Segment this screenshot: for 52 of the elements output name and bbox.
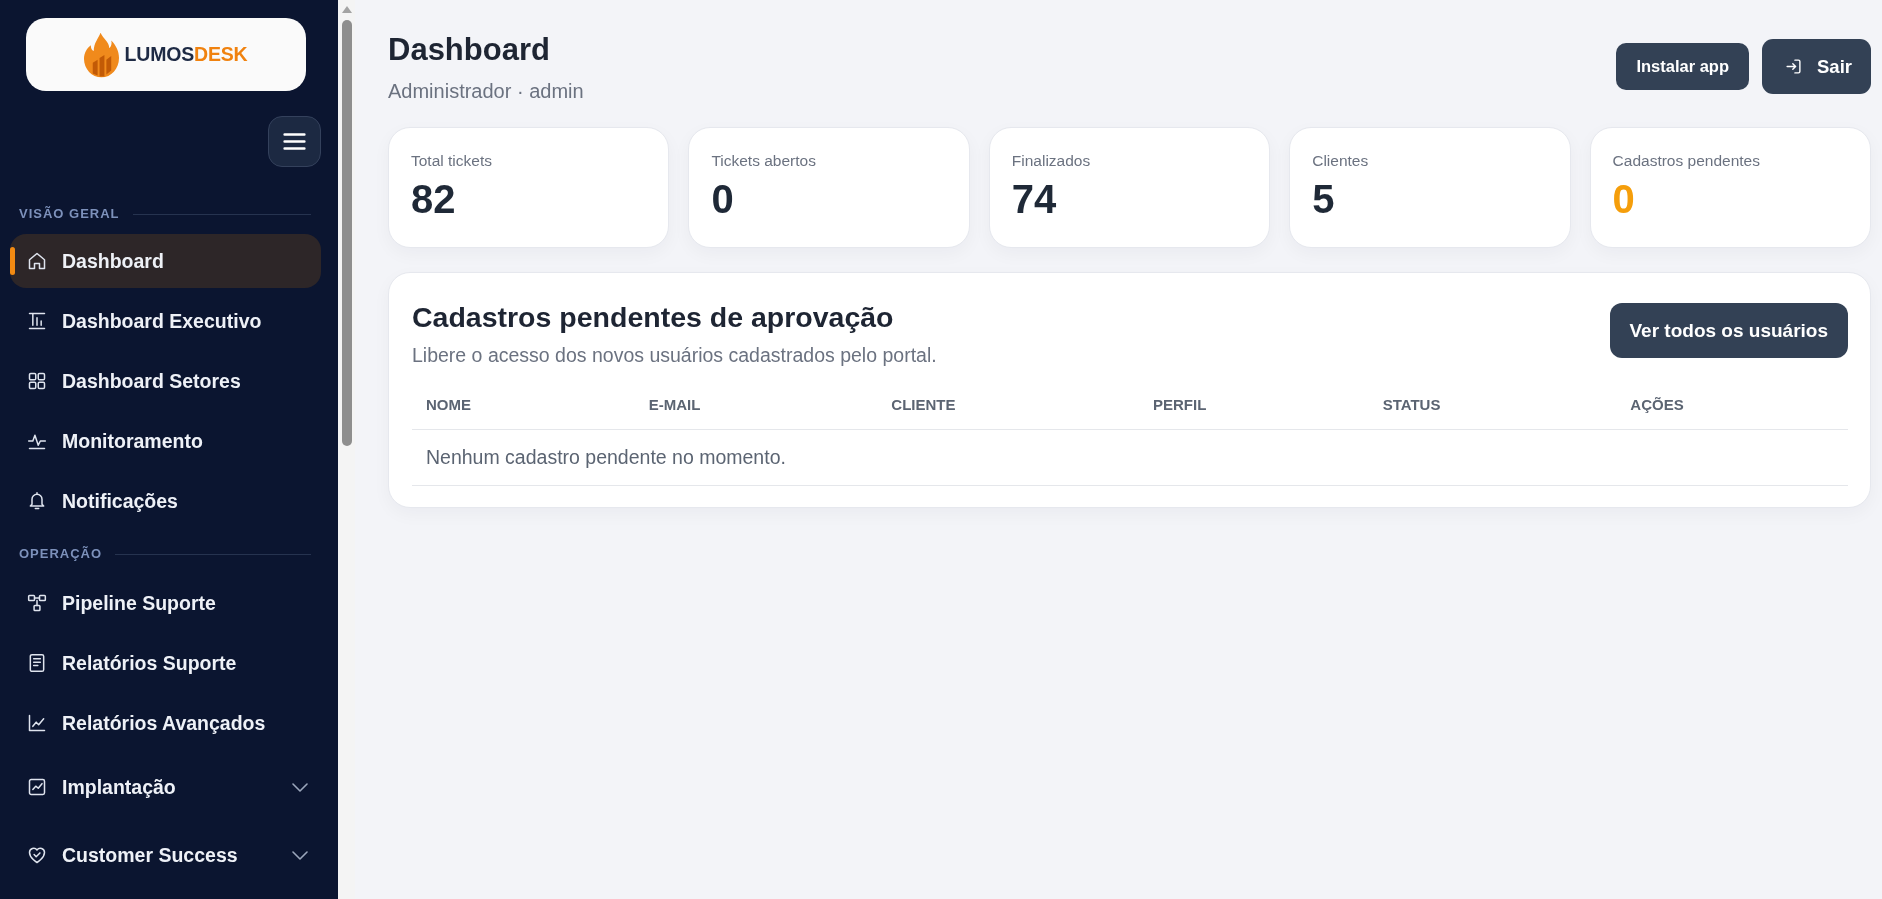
heart-check-icon — [27, 845, 47, 865]
panel-subtitle: Libere o acesso dos novos usuários cadastrados pelo portal. — [412, 343, 937, 367]
nav-item[interactable]: Dashboard Executivo — [10, 294, 321, 348]
view-users-button[interactable]: Ver todos os usuários — [1609, 303, 1848, 358]
scrollbar-thumb[interactable] — [341, 20, 352, 446]
column-header: CLIENTE — [891, 396, 956, 413]
column-header: E-MAIL — [648, 396, 701, 413]
flame-logo-icon — [83, 31, 119, 78]
document-icon — [27, 653, 47, 673]
menu-icon — [283, 133, 306, 150]
section-title: OPERAÇÃO — [19, 546, 103, 562]
stat-value: 0 — [711, 177, 734, 221]
column-header: STATUS — [1382, 396, 1441, 413]
nav-item[interactable]: Customer Success — [10, 824, 321, 886]
logout-button[interactable]: Sair — [1762, 39, 1871, 94]
bar-chart-icon — [27, 311, 47, 331]
stat-value: 0 — [1612, 177, 1635, 221]
install-app-button[interactable]: Instalar app — [1616, 43, 1750, 90]
grid-icon — [27, 371, 47, 391]
panel-title: Cadastros pendentes de aprovação — [412, 300, 894, 334]
page-title: Dashboard — [388, 31, 551, 69]
nav-item[interactable]: Dashboard Setores — [10, 354, 321, 408]
menu-button[interactable] — [268, 116, 321, 167]
nav-item[interactable]: Dashboard — [10, 234, 321, 288]
stat-value: 5 — [1312, 177, 1335, 221]
nav-item[interactable]: Notificações — [10, 474, 321, 528]
stat-value: 74 — [1011, 177, 1057, 221]
stat-label: Finalizados — [1011, 151, 1091, 171]
nav-item[interactable]: Relatórios Suporte — [10, 636, 321, 690]
column-header: NOME — [426, 396, 471, 413]
chart-square-icon — [27, 777, 47, 797]
column-header: PERFIL — [1153, 396, 1207, 413]
stat-label: Clientes — [1312, 151, 1369, 171]
nav-item[interactable]: Monitoramento — [10, 414, 321, 468]
stat-label: Cadastros pendentes — [1612, 151, 1760, 171]
section-title: VISÃO GERAL — [19, 206, 120, 222]
logo-text: LUMOSDESK — [124, 43, 248, 66]
nav-item[interactable]: Relatórios Avançados — [10, 696, 321, 750]
nav-item[interactable]: Pipeline Suporte — [10, 576, 321, 630]
stat-value: 82 — [411, 177, 456, 221]
stat-label: Total tickets — [411, 151, 492, 171]
flowchart-icon — [27, 593, 47, 613]
column-header: AÇÕES — [1630, 396, 1684, 413]
page-subtitle: Administrador · admin — [388, 79, 584, 103]
stat-label: Tickets abertos — [711, 151, 816, 171]
bell-icon — [27, 491, 47, 511]
logout-icon — [1785, 58, 1803, 75]
home-icon — [27, 251, 47, 271]
nav-item[interactable]: Implantação — [10, 756, 321, 818]
scroll-up-icon[interactable] — [341, 6, 352, 13]
line-chart-icon — [27, 713, 47, 733]
empty-table-message: Nenhum cadastro pendente no momento. — [426, 446, 786, 469]
